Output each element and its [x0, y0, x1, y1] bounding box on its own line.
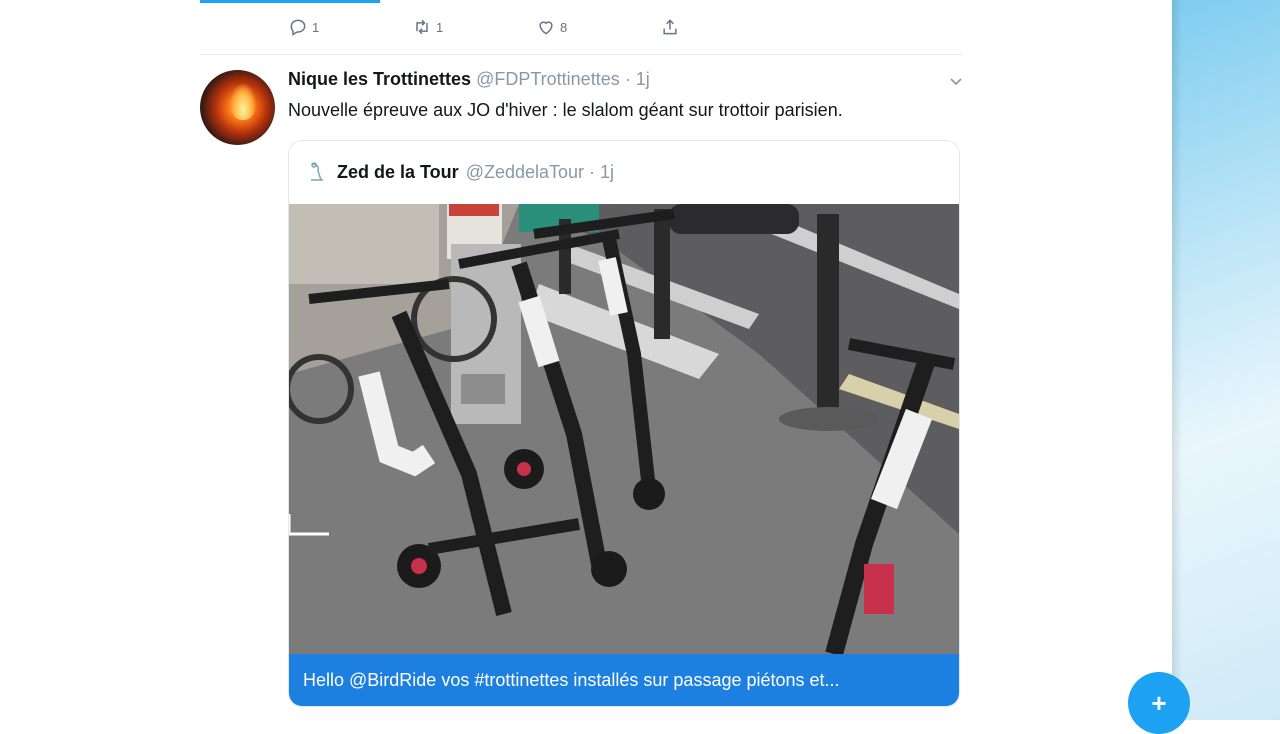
retweet-button[interactable]: 1 — [412, 14, 536, 40]
tweet-header: Nique les Trottinettes @FDPTrottinettes … — [288, 69, 650, 90]
quoted-header: Zed de la Tour @ZeddelaTour · 1j — [309, 161, 614, 183]
like-count: 8 — [560, 19, 568, 35]
quoted-author-name[interactable]: Zed de la Tour — [337, 162, 459, 183]
like-button[interactable]: 8 — [536, 14, 660, 40]
share-button[interactable] — [660, 14, 784, 40]
quoted-tweet[interactable]: Zed de la Tour @ZeddelaTour · 1j Hello @… — [288, 140, 960, 707]
retweet-icon — [416, 19, 428, 35]
tweet-time[interactable]: 1j — [636, 69, 650, 89]
scooters-photo[interactable] — [289, 204, 959, 654]
compose-button[interactable]: + — [1128, 672, 1190, 734]
previous-tweet-accent — [200, 0, 380, 3]
author-name[interactable]: Nique les Trottinettes — [288, 69, 471, 89]
tweet[interactable]: Nique les Trottinettes @FDPTrottinettes … — [200, 55, 962, 720]
right-background-edge — [1172, 0, 1280, 720]
timeline: 1 1 8 Nique les Trottinettes @FDPTrottin… — [0, 0, 1172, 720]
chevron-down-icon[interactable] — [948, 73, 964, 89]
share-icon — [663, 19, 677, 35]
like-icon — [539, 21, 553, 35]
separator-dot: · — [624, 69, 631, 89]
reply-count: 1 — [312, 19, 320, 35]
reply-button[interactable]: 1 — [288, 14, 412, 40]
tweet-text: Nouvelle épreuve aux JO d'hiver : le sla… — [288, 100, 843, 120]
retweet-count: 1 — [436, 19, 444, 35]
quoted-avatar[interactable] — [309, 161, 327, 183]
edge-shadow — [1172, 0, 1182, 720]
quoted-author-handle[interactable]: @ZeddelaTour — [466, 162, 584, 183]
quoted-time[interactable]: 1j — [600, 162, 614, 183]
avatar-flame — [230, 84, 256, 120]
link-card-caption[interactable]: Hello @BirdRide vos #trottinettes instal… — [289, 654, 959, 706]
reply-icon — [290, 19, 306, 36]
compose-icon: + — [1151, 687, 1167, 718]
author-handle[interactable]: @FDPTrottinettes — [476, 69, 620, 89]
previous-tweet-actions: 1 1 8 — [288, 14, 784, 40]
quoted-separator-dot: · — [589, 161, 596, 182]
avatar[interactable] — [200, 70, 275, 145]
